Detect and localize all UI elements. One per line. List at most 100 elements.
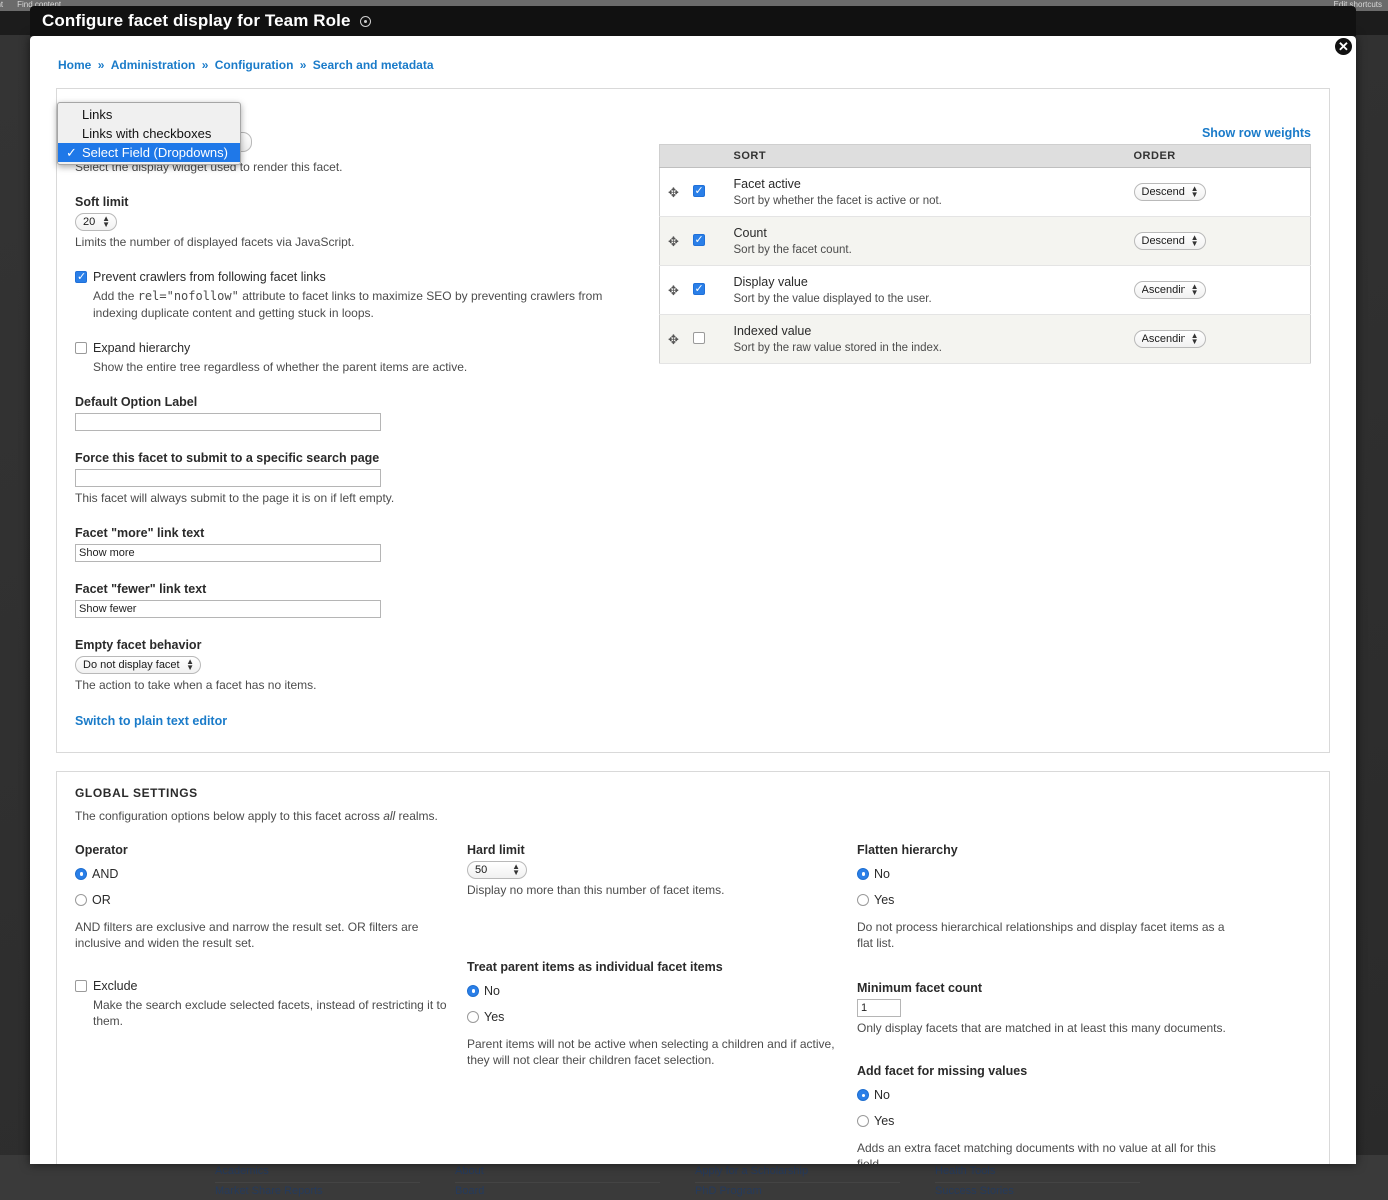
sort-table-col-sort: SORT (725, 144, 1126, 168)
minimum-facet-count-label: Minimum facet count (857, 980, 983, 995)
operator-radio-and-label: AND (92, 866, 119, 881)
add-missing-values-radio-no[interactable]: No (857, 1088, 1239, 1102)
sort-row-enable-checkbox[interactable] (692, 184, 705, 197)
dropdown-option-links-with-checkboxes[interactable]: Links with checkboxes (58, 124, 240, 143)
table-row: ✥ Indexed value Sort by the raw value st… (659, 314, 1311, 364)
breadcrumb: Home » Administration » Configuration » … (56, 58, 1330, 72)
force-search-page-input[interactable] (75, 468, 381, 487)
footer-link[interactable]: Success Stories (935, 1183, 1140, 1200)
treat-parent-radio-no-input[interactable] (467, 984, 479, 997)
footer-link[interactable]: Academics (215, 1163, 420, 1183)
drag-handle-icon[interactable]: ✥ (668, 234, 679, 250)
exclude-description: Make the search exclude selected facets,… (93, 997, 447, 1029)
treat-parent-radio-yes-input[interactable] (467, 1010, 479, 1023)
operator-radio-or-input[interactable] (75, 893, 87, 906)
flatten-hierarchy-description: Do not process hierarchical relationship… (857, 919, 1225, 950)
sort-row-info-cell: Indexed value Sort by the raw value stor… (725, 314, 1126, 364)
soft-limit-select-wrap: 20 ▲ ▼ (75, 213, 117, 232)
footer-link[interactable]: About (455, 1163, 660, 1183)
default-option-label-input[interactable] (75, 412, 381, 431)
global-settings-panel: GLOBAL SETTINGS The configuration option… (56, 771, 1330, 1164)
sort-row-handle-cell: ✥ (659, 216, 726, 266)
breadcrumb-separator: » (97, 58, 105, 72)
fewer-link-input[interactable] (75, 600, 381, 619)
footer-link[interactable]: Apply for a Scholarship (695, 1163, 900, 1183)
add-missing-values-radio-yes[interactable]: Yes (857, 1114, 1239, 1128)
operator-radio-and[interactable]: AND (75, 867, 457, 881)
global-settings-legend: GLOBAL SETTINGS (75, 786, 198, 801)
breadcrumb-item-configuration[interactable]: Configuration (215, 58, 294, 72)
drag-handle-icon[interactable]: ✥ (668, 185, 679, 201)
footer-link[interactable]: PhD Program (695, 1183, 900, 1200)
soft-limit-description: Limits the number of displayed facets vi… (75, 235, 355, 250)
sort-row-description: Sort by the facet count. (733, 244, 852, 256)
footer-link[interactable]: Health Tools (935, 1163, 1140, 1183)
sort-row-name: Indexed value (733, 324, 812, 338)
expand-hierarchy-row[interactable]: Expand hierarchy (75, 341, 635, 355)
minimum-facet-count-input[interactable] (857, 998, 901, 1017)
table-row: ✥ Facet active Sort by whether the facet… (659, 167, 1311, 217)
exclude-checkbox[interactable] (75, 979, 87, 992)
dropdown-option-select-field-dropdowns[interactable]: Select Field (Dropdowns) (58, 143, 240, 162)
force-search-page-description: This facet will always submit to the pag… (75, 490, 395, 505)
table-row: ✥ Count Sort by the facet count. Descend… (659, 216, 1311, 266)
footer-column: Apply for a Scholarship PhD Program (695, 1163, 935, 1200)
hard-limit-label: Hard limit (467, 842, 525, 857)
global-column-2: Hard limit 50 ▲ ▼ Display no more than th… (467, 843, 857, 1165)
switch-plain-text-editor-link[interactable]: Switch to plain text editor (75, 714, 227, 728)
flatten-hierarchy-radio-yes-input[interactable] (857, 893, 869, 906)
prevent-crawlers-label: Prevent crawlers from following facet li… (93, 270, 326, 285)
close-icon[interactable]: ✕ (1333, 36, 1354, 57)
sort-row-enable-checkbox[interactable] (692, 233, 705, 246)
dropdown-option-links[interactable]: Links (58, 105, 240, 124)
toolbar-item-0[interactable]: ent (0, 0, 3, 9)
global-column-1: Operator AND OR AND filters are exclusiv… (75, 843, 467, 1165)
flatten-hierarchy-radio-yes[interactable]: Yes (857, 893, 1239, 907)
more-link-label: Facet "more" link text (75, 526, 205, 541)
footer-column: Academics Market Share Reports (215, 1163, 455, 1200)
sort-row-order-select[interactable]: Ascending (1133, 330, 1206, 348)
hard-limit-select[interactable]: 50 (467, 860, 527, 879)
expand-hierarchy-checkbox[interactable] (75, 341, 87, 354)
flatten-hierarchy-radio-no[interactable]: No (857, 867, 1239, 881)
sort-row-order-select[interactable]: Descending (1133, 183, 1206, 201)
footer-link[interactable]: Market Share Reports (215, 1183, 420, 1200)
sort-row-name: Count (733, 226, 767, 240)
global-column-3: Flatten hierarchy No Yes Do not process … (857, 843, 1249, 1164)
hard-limit-select-wrap: 50 ▲ ▼ (467, 860, 527, 879)
operator-radio-or[interactable]: OR (75, 893, 457, 907)
more-link-input[interactable] (75, 544, 381, 563)
add-missing-values-radio-yes-input[interactable] (857, 1115, 869, 1128)
breadcrumb-item-search-and-metadata[interactable]: Search and metadata (313, 58, 434, 72)
breadcrumb-item-home[interactable]: Home (58, 58, 91, 72)
sort-row-enable-checkbox[interactable] (692, 331, 705, 344)
nofollow-code: rel="nofollow" (137, 289, 239, 304)
sort-row-enable-checkbox[interactable] (692, 282, 705, 295)
add-missing-values-radio-no-input[interactable] (857, 1089, 869, 1102)
page-title: Configure facet display for Team Role (42, 11, 351, 30)
show-row-weights-link[interactable]: Show row weights (1202, 126, 1311, 140)
prevent-crawlers-row[interactable]: Prevent crawlers from following facet li… (75, 270, 635, 284)
modal-dialog: Home » Administration » Configuration » … (30, 36, 1356, 1164)
operator-radio-or-label: OR (92, 892, 111, 907)
breadcrumb-separator: » (201, 58, 209, 72)
display-widget-dropdown-menu[interactable]: Links Links with checkboxes Select Field… (57, 102, 241, 165)
prevent-crawlers-checkbox[interactable] (75, 270, 87, 284)
sort-row-order-select[interactable]: Descending (1133, 232, 1206, 250)
sort-row-order-cell: Ascending ▲ ▼ (1125, 314, 1311, 364)
empty-behavior-select[interactable]: Do not display facet (75, 656, 201, 675)
treat-parent-radio-yes[interactable]: Yes (467, 1010, 847, 1024)
footer-link[interactable]: Board (455, 1183, 660, 1200)
drag-handle-icon[interactable]: ✥ (668, 283, 679, 299)
treat-parent-radio-no[interactable]: No (467, 984, 847, 998)
soft-limit-select[interactable]: 20 (75, 213, 117, 232)
breadcrumb-item-administration[interactable]: Administration (111, 58, 196, 72)
flatten-hierarchy-radio-no-input[interactable] (857, 867, 869, 880)
sort-table-col-order: ORDER (1125, 144, 1311, 168)
sort-row-order-cell: Descending ▲ ▼ (1125, 216, 1311, 266)
drag-handle-icon[interactable]: ✥ (668, 332, 679, 348)
empty-behavior-label: Empty facet behavior (75, 638, 202, 653)
sort-row-order-select[interactable]: Ascending (1133, 281, 1206, 299)
operator-radio-and-input[interactable] (75, 867, 87, 880)
exclude-row[interactable]: Exclude (75, 979, 457, 993)
